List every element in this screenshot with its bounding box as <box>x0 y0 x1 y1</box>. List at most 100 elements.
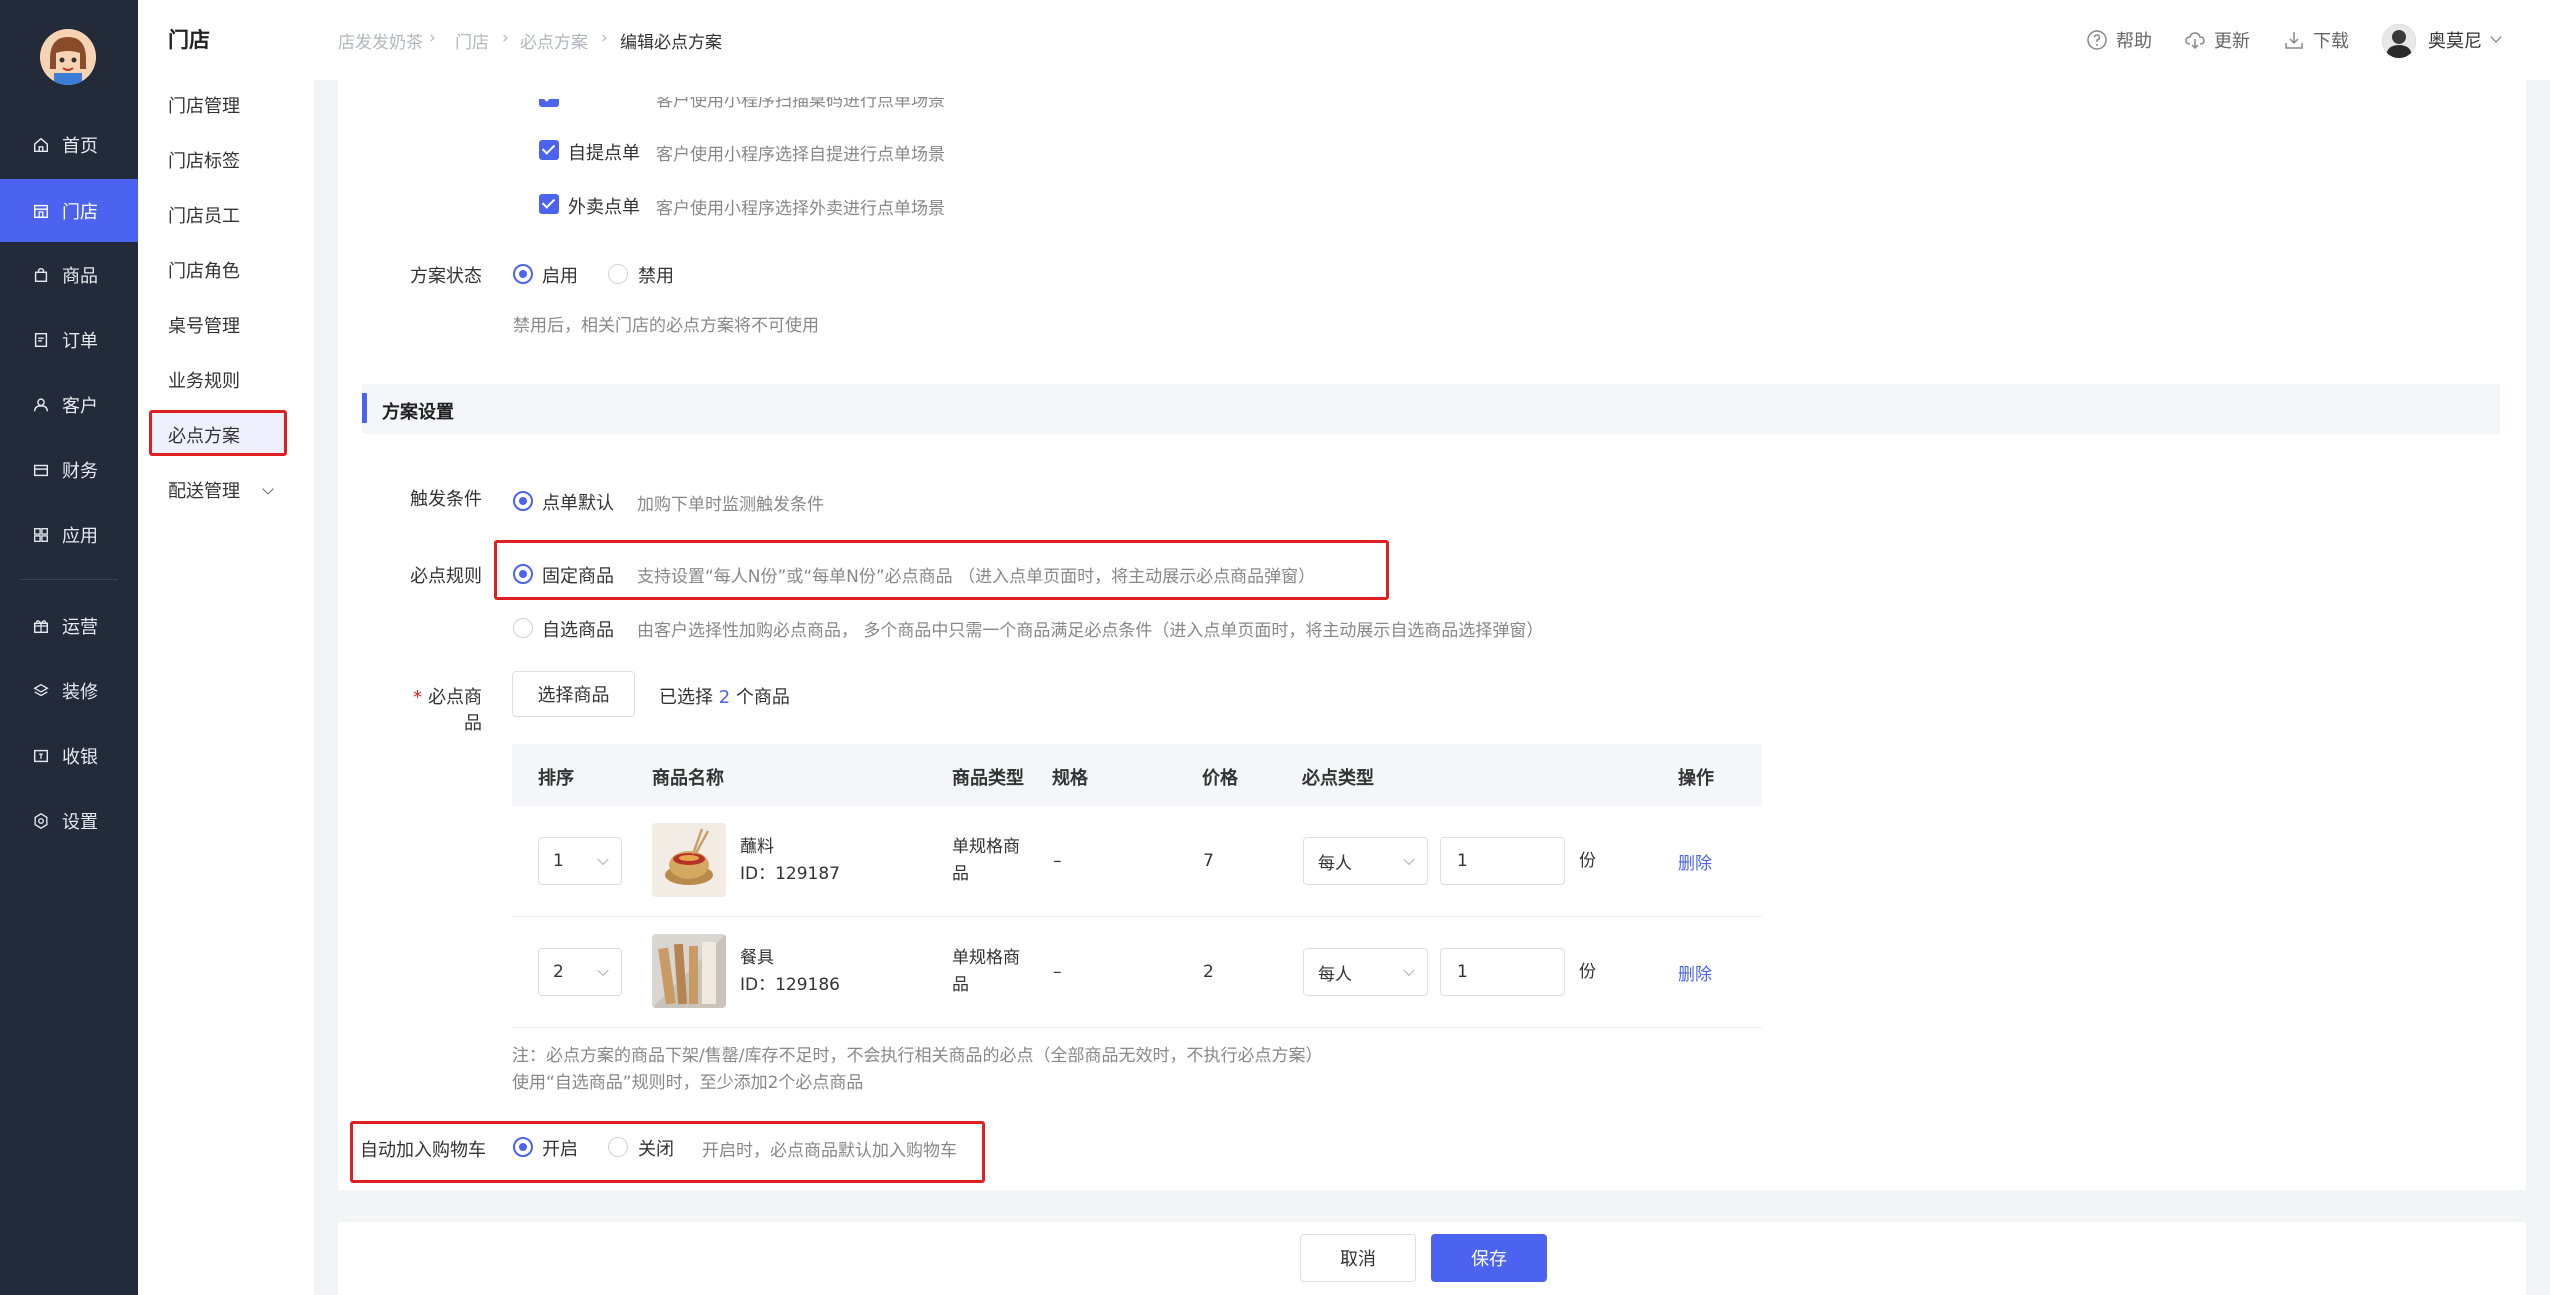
row1-spec: – <box>1053 851 1062 871</box>
download-label: 下载 <box>2313 31 2349 52</box>
table-row-divider <box>512 916 1762 917</box>
nav-settings-label: 设置 <box>62 812 98 833</box>
help-label: 帮助 <box>2116 31 2152 52</box>
row2-order-value: 2 <box>553 962 564 982</box>
breadcrumb-separator: › <box>601 28 608 48</box>
user-icon <box>33 398 49 412</box>
status-enable-label[interactable]: 启用 <box>542 262 578 288</box>
sub-nav-item-table-manage[interactable]: 桌号管理 <box>168 312 240 338</box>
avatar[interactable] <box>40 29 96 85</box>
help-icon <box>2087 30 2107 50</box>
row2-delete-link[interactable]: 删除 <box>1678 960 1712 985</box>
row1-unit: 份 <box>1579 851 1596 871</box>
nav-decoration[interactable]: 装修 <box>0 660 138 722</box>
selected-summary: 已选择 2 个商品 <box>659 683 790 709</box>
status-enable-radio[interactable] <box>513 264 533 284</box>
sub-nav-title: 门店 <box>168 28 210 52</box>
th-spec: 规格 <box>1052 768 1088 789</box>
row2-price: 2 <box>1203 962 1214 982</box>
sub-nav-item-store-roles[interactable]: 门店角色 <box>168 257 240 283</box>
user-menu[interactable]: 奥莫尼 <box>2428 27 2502 53</box>
row1-must-type-select[interactable]: 每人 <box>1303 837 1428 885</box>
nav-settings[interactable]: 设置 <box>0 790 138 852</box>
card-icon <box>33 464 49 477</box>
goods-label-text: 必点商品 <box>428 687 482 734</box>
download-button[interactable]: 下载 <box>2283 27 2349 53</box>
sub-nav-item-store-staff[interactable]: 门店员工 <box>168 202 240 228</box>
nav-apps-label: 应用 <box>62 526 98 547</box>
nav-customer[interactable]: 客户 <box>0 374 138 436</box>
scene-delivery-label: 外卖点单 <box>568 197 640 218</box>
status-disable-label[interactable]: 禁用 <box>638 262 674 288</box>
th-type: 商品类型 <box>952 768 1024 789</box>
rule-optional-radio[interactable] <box>513 618 533 638</box>
nav-goods[interactable]: 商品 <box>0 244 138 306</box>
row2-type-line2: 品 <box>952 975 969 995</box>
nav-finance[interactable]: 财务 <box>0 439 138 501</box>
nav-decoration-label: 装修 <box>62 682 98 703</box>
home-icon <box>33 137 49 153</box>
row2-unit: 份 <box>1579 962 1596 982</box>
sub-nav-item-store-manage[interactable]: 门店管理 <box>168 92 240 118</box>
row2-product-image <box>652 934 726 1008</box>
th-must-type: 必点类型 <box>1302 768 1374 789</box>
breadcrumb-separator: › <box>429 28 436 48</box>
nav-apps[interactable]: 应用 <box>0 504 138 566</box>
scene-pickup-checkbox[interactable] <box>539 140 559 160</box>
row1-delete-link[interactable]: 删除 <box>1678 849 1712 874</box>
nav-marketing[interactable]: 运营 <box>0 595 138 657</box>
nav-order[interactable]: 订单 <box>0 309 138 371</box>
row1-price: 7 <box>1203 851 1214 871</box>
chevron-down-icon <box>1403 853 1415 866</box>
save-button[interactable]: 保存 <box>1431 1234 1547 1282</box>
nav-finance-label: 财务 <box>62 461 98 482</box>
row2-must-type-select[interactable]: 每人 <box>1303 948 1428 996</box>
help-button[interactable]: 帮助 <box>2086 27 2152 53</box>
sub-nav-item-store-tags[interactable]: 门店标签 <box>168 147 240 173</box>
cancel-button[interactable]: 取消 <box>1300 1234 1416 1282</box>
sub-nav-item-business-rules[interactable]: 业务规则 <box>168 367 240 393</box>
sub-nav-item-delivery-label: 配送管理 <box>168 481 240 502</box>
trigger-default-radio[interactable] <box>513 491 533 511</box>
selected-count: 2 <box>718 687 731 708</box>
row2-product-name: 餐具 <box>740 948 774 968</box>
user-avatar[interactable] <box>2382 24 2416 58</box>
breadcrumb-item-brand[interactable]: 店发发奶茶 <box>338 28 423 53</box>
breadcrumb-item-plan[interactable]: 必点方案 <box>520 28 588 53</box>
rule-optional-hint: 由客户选择性加购必点商品， 多个商品中只需一个商品满足必点条件（进入点单页面时，… <box>637 621 1544 641</box>
th-action: 操作 <box>1678 768 1714 789</box>
chevron-down-icon <box>597 964 609 977</box>
note-line-1: 注：必点方案的商品下架/售罄/库存不足时，不会执行相关商品的必点（全部商品无效时… <box>512 1046 1323 1066</box>
section-title: 方案设置 <box>382 402 454 423</box>
breadcrumb-separator: › <box>502 28 509 48</box>
layers-icon <box>33 683 49 697</box>
cloud-download-icon <box>2185 32 2205 50</box>
sub-nav-item-delivery[interactable]: 配送管理 <box>168 477 274 503</box>
nav-divider <box>20 579 118 580</box>
rule-optional-label[interactable]: 自选商品 <box>542 616 614 642</box>
update-button[interactable]: 更新 <box>2184 27 2250 53</box>
row1-qty-input[interactable]: 1 <box>1440 837 1565 885</box>
select-goods-button[interactable]: 选择商品 <box>512 671 635 717</box>
cashier-icon <box>33 749 49 763</box>
row2-order-select[interactable]: 2 <box>538 948 622 996</box>
nav-goods-label: 商品 <box>62 266 98 287</box>
nav-cashier-label: 收银 <box>62 747 98 768</box>
row1-order-select[interactable]: 1 <box>538 837 622 885</box>
nav-store[interactable]: 门店 <box>0 179 138 242</box>
nav-cashier[interactable]: 收银 <box>0 725 138 787</box>
gift-icon <box>33 620 49 634</box>
th-price: 价格 <box>1202 768 1238 789</box>
nav-home[interactable]: 首页 <box>0 114 138 176</box>
row2-qty-input[interactable]: 1 <box>1440 948 1565 996</box>
rule-label: 必点规则 <box>410 566 482 587</box>
status-disable-radio[interactable] <box>608 264 628 284</box>
th-name: 商品名称 <box>652 768 724 789</box>
bag-icon <box>34 267 48 283</box>
trigger-default-label[interactable]: 点单默认 <box>542 489 614 515</box>
scene-delivery-hint: 客户使用小程序选择外卖进行点单场景 <box>656 199 945 219</box>
breadcrumb-item-store[interactable]: 门店 <box>455 28 489 53</box>
row2-must-type-value: 每人 <box>1318 964 1352 985</box>
download-icon <box>2285 32 2303 49</box>
scene-delivery-checkbox[interactable] <box>539 194 559 214</box>
